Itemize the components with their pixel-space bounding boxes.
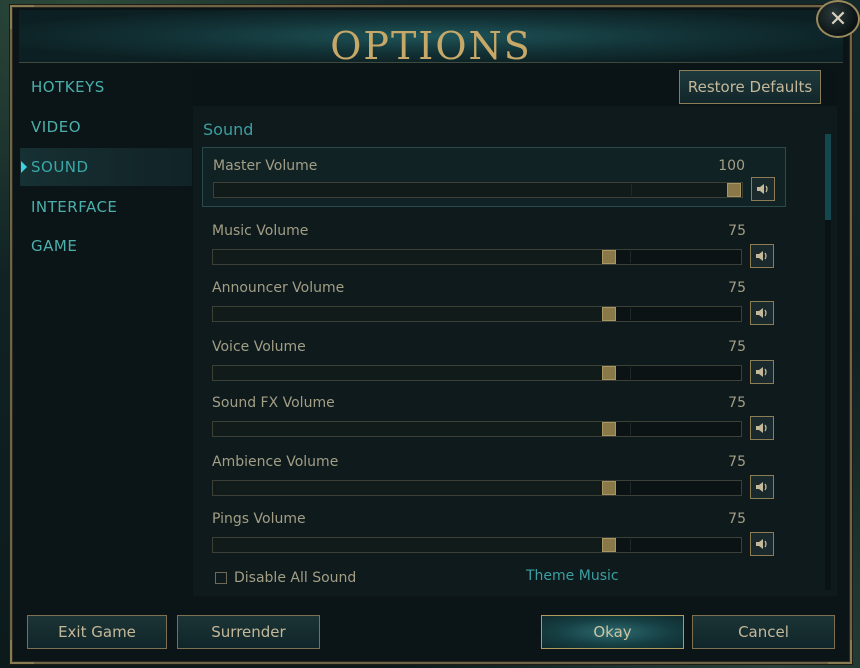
scrollbar-thumb[interactable] <box>825 134 831 220</box>
slider-fill <box>213 250 609 264</box>
sidebar-item-label: HOTKEYS <box>31 78 105 96</box>
cancel-button[interactable]: Cancel <box>692 615 835 649</box>
volume-row: Pings Volume 75 <box>202 503 786 563</box>
slider-fill <box>213 422 609 436</box>
slider-thumb[interactable] <box>602 250 616 264</box>
volume-slider[interactable] <box>212 306 742 322</box>
slider-thumb[interactable] <box>602 538 616 552</box>
volume-row: Announcer Volume 75 <box>202 272 786 332</box>
sidebar-item-interface[interactable]: INTERFACE <box>20 188 192 226</box>
speaker-icon <box>756 367 767 377</box>
sidebar-item-game[interactable]: GAME <box>20 227 192 265</box>
slider-fill <box>213 307 609 321</box>
slider-tick <box>630 251 632 263</box>
volume-row: Music Volume 75 <box>202 215 786 275</box>
slider-tick <box>630 423 632 435</box>
speaker-icon <box>756 539 767 549</box>
slider-fill <box>214 183 742 197</box>
volume-label: Pings Volume <box>212 511 306 527</box>
speaker-icon <box>757 184 768 194</box>
speaker-icon <box>756 482 767 492</box>
volume-slider[interactable] <box>212 421 742 437</box>
mute-button[interactable] <box>750 416 774 440</box>
speaker-icon <box>756 251 767 261</box>
mute-button[interactable] <box>750 360 774 384</box>
volume-slider[interactable] <box>212 365 742 381</box>
slider-thumb[interactable] <box>602 481 616 495</box>
sidebar-item-label: GAME <box>31 237 78 255</box>
slider-tick <box>631 184 633 196</box>
volume-value: 100 <box>718 158 745 174</box>
speaker-icon <box>756 308 767 318</box>
slider-thumb[interactable] <box>602 307 616 321</box>
volume-row: Voice Volume 75 <box>202 331 786 391</box>
disable-all-sound-checkbox[interactable]: Disable All Sound <box>215 570 356 586</box>
sidebar-item-sound[interactable]: SOUND <box>20 148 192 186</box>
volume-label: Voice Volume <box>212 339 306 355</box>
page-title: OPTIONS <box>330 24 532 68</box>
volume-value: 75 <box>728 280 746 296</box>
mute-button[interactable] <box>751 177 775 201</box>
surrender-button[interactable]: Surrender <box>177 615 320 649</box>
volume-label: Sound FX Volume <box>212 395 335 411</box>
exit-game-button[interactable]: Exit Game <box>27 615 167 649</box>
slider-tick <box>630 539 632 551</box>
volume-value: 75 <box>728 339 746 355</box>
volume-row: Sound FX Volume 75 <box>202 387 786 447</box>
volume-label: Announcer Volume <box>212 280 345 296</box>
volume-slider[interactable] <box>212 537 742 553</box>
slider-tick <box>630 367 632 379</box>
sound-settings-panel: Restore Defaults Sound Master Volume 100 M… <box>193 70 837 596</box>
volume-label: Master Volume <box>213 158 318 174</box>
section-title: Sound <box>203 120 254 139</box>
volume-value: 75 <box>728 454 746 470</box>
okay-button[interactable]: Okay <box>541 615 684 649</box>
volume-slider[interactable] <box>212 480 742 496</box>
slider-thumb[interactable] <box>727 183 742 197</box>
mute-button[interactable] <box>750 532 774 556</box>
sidebar-item-hotkeys[interactable]: HOTKEYS <box>20 68 192 106</box>
close-button[interactable]: ✕ <box>816 0 860 38</box>
checkbox-label: Disable All Sound <box>234 570 357 586</box>
restore-defaults-button[interactable]: Restore Defaults <box>679 70 821 104</box>
volume-value: 75 <box>728 395 746 411</box>
volume-value: 75 <box>728 223 746 239</box>
slider-tick <box>630 308 632 320</box>
theme-music-link[interactable]: Theme Music <box>526 568 619 584</box>
slider-fill <box>213 366 609 380</box>
slider-thumb[interactable] <box>602 366 616 380</box>
slider-fill <box>213 538 609 552</box>
slider-thumb[interactable] <box>602 422 616 436</box>
volume-label: Music Volume <box>212 223 309 239</box>
sidebar-item-label: SOUND <box>31 158 89 176</box>
sidebar: HOTKEYS VIDEO SOUND INTERFACE GAME <box>20 68 192 596</box>
mute-button[interactable] <box>750 301 774 325</box>
active-arrow-icon <box>21 161 27 173</box>
volume-slider[interactable] <box>213 182 743 198</box>
sidebar-item-label: INTERFACE <box>31 198 118 216</box>
volume-value: 75 <box>728 511 746 527</box>
sidebar-item-label: VIDEO <box>31 118 82 136</box>
volume-label: Ambience Volume <box>212 454 339 470</box>
mute-button[interactable] <box>750 475 774 499</box>
mute-button[interactable] <box>750 244 774 268</box>
volume-slider[interactable] <box>212 249 742 265</box>
volume-row: Master Volume 100 <box>202 147 786 207</box>
volume-row: Ambience Volume 75 <box>202 446 786 506</box>
slider-tick <box>630 482 632 494</box>
close-icon: ✕ <box>828 6 848 32</box>
slider-fill <box>213 481 609 495</box>
sidebar-item-video[interactable]: VIDEO <box>20 108 192 146</box>
title-bar: OPTIONS <box>19 10 843 68</box>
checkbox-box[interactable] <box>215 572 227 584</box>
speaker-icon <box>756 423 767 433</box>
